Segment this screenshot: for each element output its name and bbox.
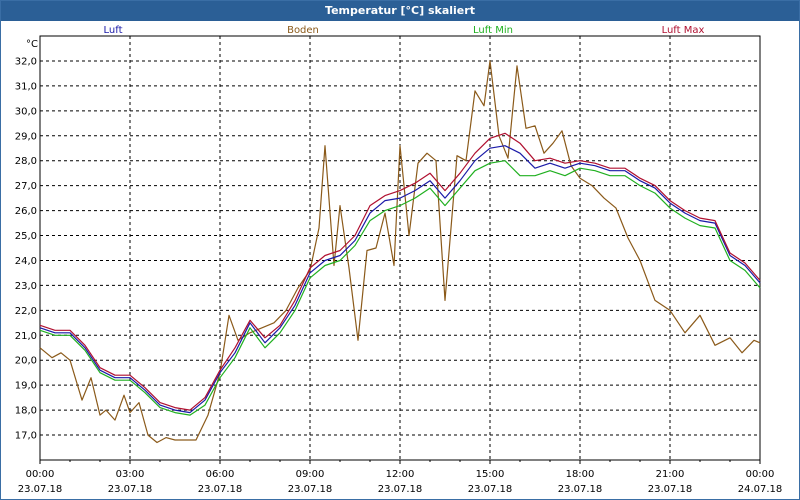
x-tick-date: 23.07.18 (468, 484, 513, 495)
y-tick-label: 20,0 (15, 356, 37, 367)
x-tick-date: 23.07.18 (18, 484, 63, 495)
x-axis-ticks: 00:00 23.07.18 03:00 23.07.18 06:00 23.07.18 0… (18, 460, 783, 495)
y-tick-label: 31,0 (15, 81, 37, 92)
x-tick-time: 21:00 (656, 469, 685, 480)
x-tick-time: 18:00 (566, 469, 595, 480)
y-tick-label: 27,0 (15, 181, 37, 192)
x-tick-date: 23.07.18 (558, 484, 603, 495)
x-tick-date: 23.07.18 (648, 484, 693, 495)
x-tick-time: 06:00 (206, 469, 235, 480)
x-tick-date: 23.07.18 (198, 484, 243, 495)
y-tick-label: 29,0 (15, 131, 37, 142)
chart-canvas: 17,0 18,0 19,0 20,0 21,0 22,0 23,0 24,0 25,0 26,0… (15, 25, 783, 495)
y-tick-label: 23,0 (15, 281, 37, 292)
y-tick-label: 18,0 (15, 406, 37, 417)
x-tick-date: 23.07.18 (108, 484, 153, 495)
y-tick-label: 32,0 (15, 56, 37, 67)
y-tick-label: 30,0 (15, 106, 37, 117)
legend-item-luft-min: Luft Min (473, 25, 513, 36)
x-tick-time: 00:00 (26, 469, 55, 480)
y-tick-label: 19,0 (15, 381, 37, 392)
x-tick-time: 00:00 (746, 469, 775, 480)
x-tick-date: 23.07.18 (378, 484, 423, 495)
y-axis-unit: °C (26, 39, 38, 50)
x-tick-time: 12:00 (386, 469, 415, 480)
y-tick-label: 22,0 (15, 306, 37, 317)
y-tick-label: 25,0 (15, 231, 37, 242)
legend-item-luft: Luft (104, 25, 123, 36)
legend: Luft Boden Luft Min Luft Max (104, 25, 705, 36)
y-tick-label: 28,0 (15, 156, 37, 167)
y-tick-label: 24,0 (15, 256, 37, 267)
x-tick-time: 15:00 (476, 469, 505, 480)
x-tick-time: 09:00 (296, 469, 325, 480)
legend-item-boden: Boden (287, 25, 319, 36)
y-tick-label: 26,0 (15, 206, 37, 217)
y-axis-ticks: 17,0 18,0 19,0 20,0 21,0 22,0 23,0 24,0 25,0 26,0… (15, 56, 37, 441)
legend-item-luft-max: Luft Max (662, 25, 705, 36)
y-tick-label: 17,0 (15, 431, 37, 442)
x-tick-date: 24.07.18 (738, 484, 783, 495)
y-tick-label: 21,0 (15, 331, 37, 342)
x-tick-date: 23.07.18 (288, 484, 333, 495)
x-tick-time: 03:00 (116, 469, 145, 480)
